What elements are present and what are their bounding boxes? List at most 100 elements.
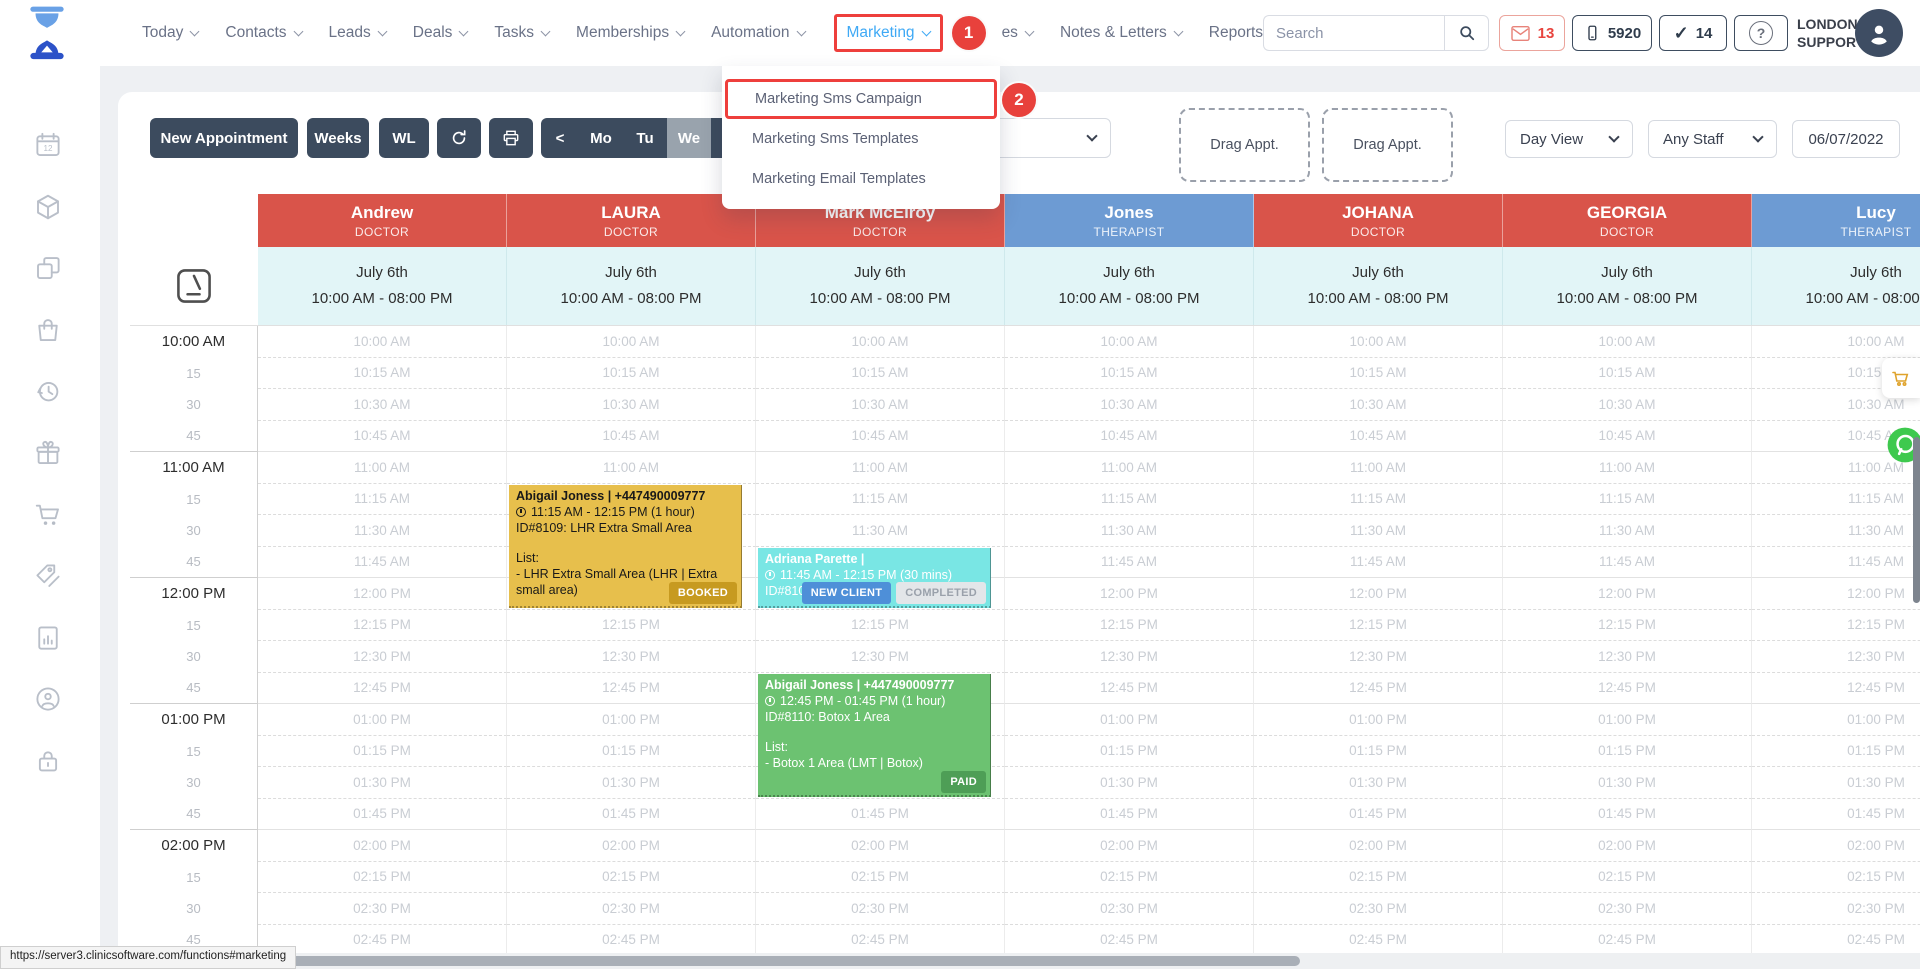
slot-laura-01-00-pm[interactable]: 01:00 PM — [507, 704, 756, 736]
sidebar-item-history-icon[interactable] — [33, 376, 65, 408]
staff-column-header-laura[interactable]: LAURADOCTOR — [507, 194, 756, 247]
slot-andrew-11-15-am[interactable]: 11:15 AM — [258, 484, 507, 516]
slot-mark-mcelroy-02-15-pm[interactable]: 02:15 PM — [756, 862, 1005, 894]
slot-andrew-10-45-am[interactable]: 10:45 AM — [258, 421, 507, 453]
mail-button[interactable]: 13 — [1499, 15, 1565, 51]
calendar-filter-select[interactable] — [985, 118, 1111, 158]
slot-laura-11-00-am[interactable]: 11:00 AM — [507, 452, 756, 484]
slot-andrew-12-30-pm[interactable]: 12:30 PM — [258, 641, 507, 673]
slot-jones-12-30-pm[interactable]: 12:30 PM — [1005, 641, 1254, 673]
tasks-button[interactable]: ✓ 14 — [1659, 15, 1727, 51]
slot-lucy-01-45-pm[interactable]: 01:45 PM — [1752, 799, 1920, 831]
slot-georgia-10-00-am[interactable]: 10:00 AM — [1503, 326, 1752, 358]
slot-jones-11-30-am[interactable]: 11:30 AM — [1005, 515, 1254, 547]
slot-laura-01-45-pm[interactable]: 01:45 PM — [507, 799, 756, 831]
slot-andrew-12-00-pm[interactable]: 12:00 PM — [258, 578, 507, 610]
slot-georgia-11-00-am[interactable]: 11:00 AM — [1503, 452, 1752, 484]
slot-mark-mcelroy-10-00-am[interactable]: 10:00 AM — [756, 326, 1005, 358]
menu-item-marketing-sms-templates[interactable]: Marketing Sms Templates — [722, 119, 1000, 159]
slot-andrew-01-00-pm[interactable]: 01:00 PM — [258, 704, 507, 736]
appointment-adriana-parette[interactable]: Adriana Parette |11:45 AM - 12:15 PM (30… — [758, 548, 991, 608]
slot-johana-11-45-am[interactable]: 11:45 AM — [1254, 547, 1503, 579]
slot-jones-11-45-am[interactable]: 11:45 AM — [1005, 547, 1254, 579]
slot-andrew-11-45-am[interactable]: 11:45 AM — [258, 547, 507, 579]
slot-laura-01-30-pm[interactable]: 01:30 PM — [507, 767, 756, 799]
slot-lucy-02-00-pm[interactable]: 02:00 PM — [1752, 830, 1920, 862]
slot-laura-12-45-pm[interactable]: 12:45 PM — [507, 673, 756, 705]
slot-georgia-01-00-pm[interactable]: 01:00 PM — [1503, 704, 1752, 736]
slot-andrew-01-15-pm[interactable]: 01:15 PM — [258, 736, 507, 768]
view-select[interactable]: Day View — [1505, 120, 1633, 158]
slot-mark-mcelroy-12-30-pm[interactable]: 12:30 PM — [756, 641, 1005, 673]
slot-georgia-01-30-pm[interactable]: 01:30 PM — [1503, 767, 1752, 799]
slot-laura-02-00-pm[interactable]: 02:00 PM — [507, 830, 756, 862]
slot-johana-10-30-am[interactable]: 10:30 AM — [1254, 389, 1503, 421]
staff-column-header-johana[interactable]: JOHANADOCTOR — [1254, 194, 1503, 247]
staff-column-header-jones[interactable]: JonesTHERAPIST — [1005, 194, 1254, 247]
drag-appointment-slot-2[interactable]: Drag Appt. — [1322, 108, 1453, 182]
nav-item-automation[interactable]: Automation — [711, 24, 804, 42]
slot-andrew-01-30-pm[interactable]: 01:30 PM — [258, 767, 507, 799]
slot-johana-01-30-pm[interactable]: 01:30 PM — [1254, 767, 1503, 799]
slot-andrew-10-30-am[interactable]: 10:30 AM — [258, 389, 507, 421]
slot-lucy-02-30-pm[interactable]: 02:30 PM — [1752, 893, 1920, 925]
slot-georgia-12-00-pm[interactable]: 12:00 PM — [1503, 578, 1752, 610]
nav-item-marketing[interactable]: Marketing1 — [834, 14, 943, 52]
slot-laura-10-45-am[interactable]: 10:45 AM — [507, 421, 756, 453]
slot-johana-10-00-am[interactable]: 10:00 AM — [1254, 326, 1503, 358]
slot-mark-mcelroy-01-45-pm[interactable]: 01:45 PM — [756, 799, 1005, 831]
slot-georgia-02-30-pm[interactable]: 02:30 PM — [1503, 893, 1752, 925]
sidebar-item-package-icon[interactable] — [33, 192, 65, 224]
prev-day-button[interactable]: < — [541, 118, 579, 158]
help-button[interactable]: ? — [1734, 15, 1788, 51]
slot-mark-mcelroy-10-45-am[interactable]: 10:45 AM — [756, 421, 1005, 453]
slot-jones-01-15-pm[interactable]: 01:15 PM — [1005, 736, 1254, 768]
slot-andrew-11-00-am[interactable]: 11:00 AM — [258, 452, 507, 484]
search-button[interactable] — [1444, 15, 1489, 51]
slot-lucy-12-45-pm[interactable]: 12:45 PM — [1752, 673, 1920, 705]
slot-laura-12-15-pm[interactable]: 12:15 PM — [507, 610, 756, 642]
slot-johana-12-45-pm[interactable]: 12:45 PM — [1254, 673, 1503, 705]
slot-lucy-12-30-pm[interactable]: 12:30 PM — [1752, 641, 1920, 673]
nav-item-memberships[interactable]: Memberships — [576, 24, 684, 42]
slot-andrew-11-30-am[interactable]: 11:30 AM — [258, 515, 507, 547]
staff-column-header-andrew[interactable]: AndrewDOCTOR — [258, 194, 507, 247]
slot-lucy-01-00-pm[interactable]: 01:00 PM — [1752, 704, 1920, 736]
slot-georgia-01-45-pm[interactable]: 01:45 PM — [1503, 799, 1752, 831]
slot-johana-10-45-am[interactable]: 10:45 AM — [1254, 421, 1503, 453]
vertical-scrollbar-thumb[interactable] — [1913, 437, 1920, 603]
slot-mark-mcelroy-02-30-pm[interactable]: 02:30 PM — [756, 893, 1005, 925]
slot-andrew-01-45-pm[interactable]: 01:45 PM — [258, 799, 507, 831]
sidebar-item-support-icon[interactable] — [33, 684, 65, 716]
appointment-abigail-joness-447490009777[interactable]: Abigail Joness | +44749000977712:45 PM -… — [758, 674, 991, 797]
slot-georgia-12-15-pm[interactable]: 12:15 PM — [1503, 610, 1752, 642]
slot-georgia-02-15-pm[interactable]: 02:15 PM — [1503, 862, 1752, 894]
slot-lucy-11-30-am[interactable]: 11:30 AM — [1752, 515, 1920, 547]
slot-jones-12-45-pm[interactable]: 12:45 PM — [1005, 673, 1254, 705]
staff-column-header-lucy[interactable]: LucyTHERAPIST — [1752, 194, 1920, 247]
slot-andrew-02-30-pm[interactable]: 02:30 PM — [258, 893, 507, 925]
slot-laura-10-00-am[interactable]: 10:00 AM — [507, 326, 756, 358]
slot-laura-12-30-pm[interactable]: 12:30 PM — [507, 641, 756, 673]
slot-johana-02-45-pm[interactable]: 02:45 PM — [1254, 925, 1503, 957]
waiting-list-button[interactable]: WL — [379, 118, 429, 158]
slot-jones-02-45-pm[interactable]: 02:45 PM — [1005, 925, 1254, 957]
slot-andrew-12-15-pm[interactable]: 12:15 PM — [258, 610, 507, 642]
date-picker[interactable]: 06/07/2022 — [1792, 120, 1900, 158]
phone-button[interactable]: 5920 — [1572, 15, 1652, 51]
slot-jones-11-00-am[interactable]: 11:00 AM — [1005, 452, 1254, 484]
slot-georgia-10-45-am[interactable]: 10:45 AM — [1503, 421, 1752, 453]
slot-georgia-10-30-am[interactable]: 10:30 AM — [1503, 389, 1752, 421]
slot-georgia-12-45-pm[interactable]: 12:45 PM — [1503, 673, 1752, 705]
slot-mark-mcelroy-10-30-am[interactable]: 10:30 AM — [756, 389, 1005, 421]
slot-georgia-02-45-pm[interactable]: 02:45 PM — [1503, 925, 1752, 957]
slot-johana-11-15-am[interactable]: 11:15 AM — [1254, 484, 1503, 516]
slot-andrew-02-00-pm[interactable]: 02:00 PM — [258, 830, 507, 862]
slot-lucy-11-15-am[interactable]: 11:15 AM — [1752, 484, 1920, 516]
slot-lucy-12-00-pm[interactable]: 12:00 PM — [1752, 578, 1920, 610]
avatar[interactable] — [1855, 9, 1903, 57]
slot-johana-01-00-pm[interactable]: 01:00 PM — [1254, 704, 1503, 736]
search-input[interactable] — [1263, 15, 1444, 51]
slot-georgia-11-45-am[interactable]: 11:45 AM — [1503, 547, 1752, 579]
slot-lucy-02-45-pm[interactable]: 02:45 PM — [1752, 925, 1920, 957]
